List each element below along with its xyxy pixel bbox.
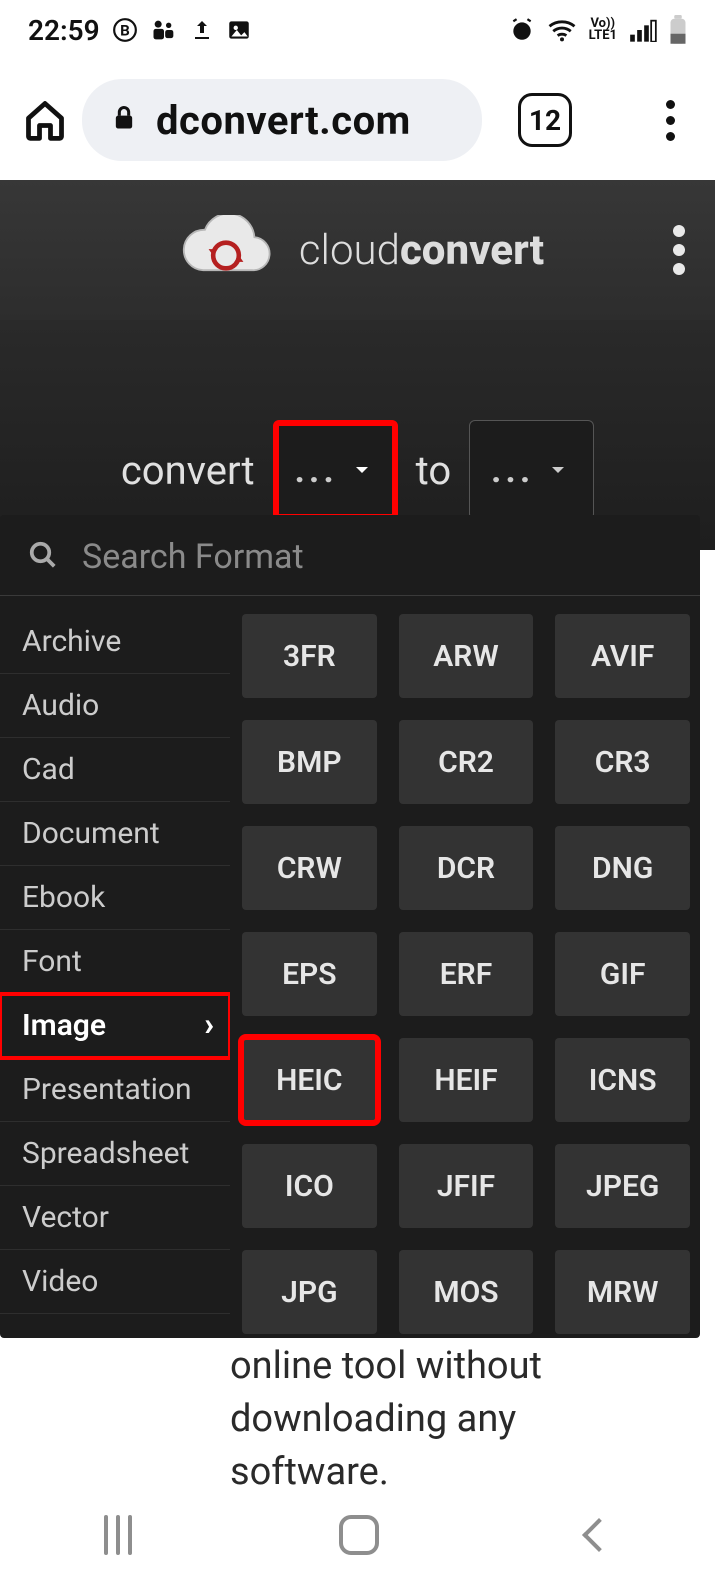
brand-text: cloudconvert [299,226,544,275]
category-spreadsheet[interactable]: Spreadsheet [0,1122,230,1186]
cloud-logo-icon [171,215,281,285]
chevron-down-icon [544,449,572,491]
brand[interactable]: cloudconvert [171,215,544,285]
browser-chrome: dconvert.com 12 [0,60,715,180]
format-eps[interactable]: EPS [242,932,377,1016]
format-3fr[interactable]: 3FR [242,614,377,698]
format-ico[interactable]: ICO [242,1144,377,1228]
url-bar[interactable]: dconvert.com [82,79,482,161]
format-mrw[interactable]: MRW [555,1250,690,1334]
category-ebook[interactable]: Ebook [0,866,230,930]
recents-button[interactable] [104,1515,132,1555]
format-jfif[interactable]: JFIF [399,1144,534,1228]
format-gif[interactable]: GIF [555,932,690,1016]
format-mos[interactable]: MOS [399,1250,534,1334]
format-arw[interactable]: ARW [399,614,534,698]
status-time: 22:59 [28,14,100,47]
from-format-button[interactable]: ... [273,420,398,520]
category-document[interactable]: Document [0,802,230,866]
upload-icon [190,17,214,43]
format-cr2[interactable]: CR2 [399,720,534,804]
convert-label: convert [121,447,255,494]
chevron-down-icon [348,449,376,491]
format-cr3[interactable]: CR3 [555,720,690,804]
format-list: 3FRARWAVIFBMPCR2CR3CRWDCRDNGEPSERFGIFHEI… [230,596,700,1338]
format-heic[interactable]: HEIC [242,1038,377,1122]
category-cad[interactable]: Cad [0,738,230,802]
url-text: dconvert.com [156,97,411,144]
format-dcr[interactable]: DCR [399,826,534,910]
app-header: cloudconvert [0,180,715,320]
category-vector[interactable]: Vector [0,1186,230,1250]
network-icon: Vo)) LTE1 [589,18,617,41]
battery-icon [669,15,687,45]
signal-icon [629,18,657,42]
home-soft-button[interactable] [339,1515,379,1555]
home-button[interactable] [20,95,70,145]
picture-icon [226,17,252,43]
category-image[interactable]: Image [0,994,230,1058]
format-crw[interactable]: CRW [242,826,377,910]
format-dng[interactable]: DNG [555,826,690,910]
page-body-text: online tool without downloading any soft… [230,1340,675,1500]
format-jpg[interactable]: JPG [242,1250,377,1334]
category-presentation[interactable]: Presentation [0,1058,230,1122]
tab-count-number: 12 [529,104,561,137]
lock-icon [110,97,138,144]
teams-icon [150,16,178,44]
android-nav-bar [0,1485,715,1595]
format-bmp[interactable]: BMP [242,720,377,804]
format-icns[interactable]: ICNS [555,1038,690,1122]
category-archive[interactable]: Archive [0,610,230,674]
format-picker: ArchiveAudioCadDocumentEbookFontImagePre… [0,515,700,1338]
format-heif[interactable]: HEIF [399,1038,534,1122]
category-audio[interactable]: Audio [0,674,230,738]
category-list: ArchiveAudioCadDocumentEbookFontImagePre… [0,596,230,1338]
search-input[interactable] [82,537,672,577]
format-jpeg[interactable]: JPEG [555,1144,690,1228]
tab-count[interactable]: 12 [518,93,572,147]
status-bar: 22:59 B Vo)) LTE1 [0,0,715,60]
chat-status-icon: B [112,17,138,43]
svg-text:B: B [120,21,130,39]
to-label: to [416,447,452,494]
search-icon [28,540,58,574]
format-avif[interactable]: AVIF [555,614,690,698]
wifi-icon [547,17,577,43]
back-button[interactable] [587,1523,611,1547]
format-erf[interactable]: ERF [399,932,534,1016]
category-video[interactable]: Video [0,1250,230,1314]
category-font[interactable]: Font [0,930,230,994]
alarm-icon [509,17,535,43]
to-format-button[interactable]: ... [469,420,594,520]
browser-menu[interactable] [645,95,695,145]
app-menu[interactable] [673,218,685,282]
